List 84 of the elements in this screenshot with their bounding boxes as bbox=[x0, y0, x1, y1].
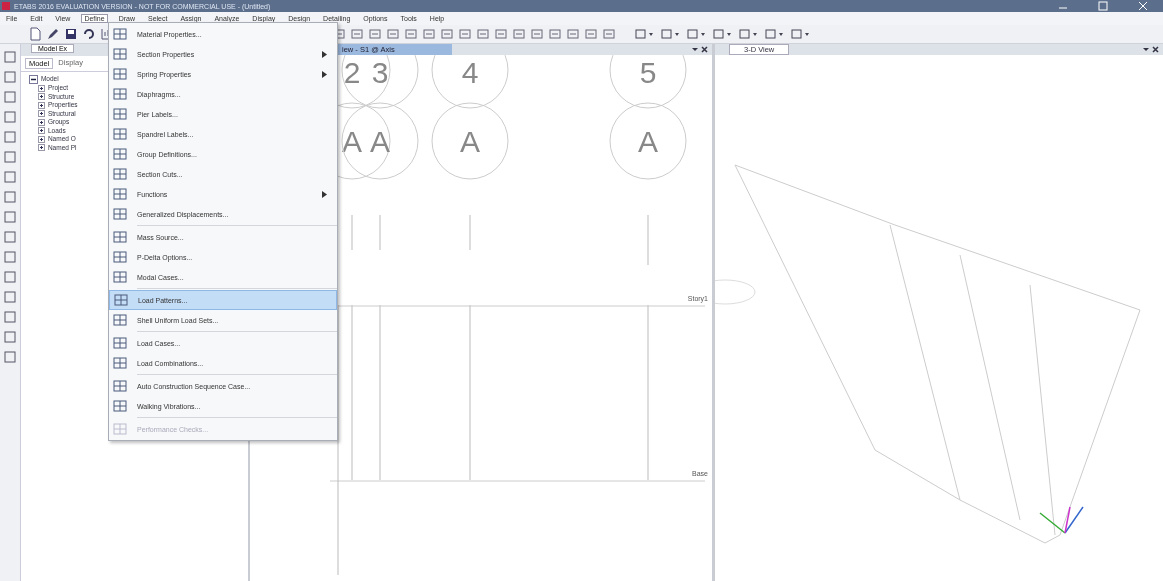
toolbar-icon[interactable] bbox=[404, 27, 418, 41]
menu-icon bbox=[113, 127, 127, 141]
close-icon[interactable] bbox=[1143, 45, 1159, 54]
expand-icon[interactable] bbox=[37, 84, 45, 92]
tool-icon[interactable] bbox=[2, 210, 17, 224]
expand-icon[interactable] bbox=[37, 135, 45, 143]
tool-icon[interactable] bbox=[2, 290, 17, 304]
axis-triad-icon bbox=[1039, 506, 1084, 534]
expand-icon[interactable] bbox=[37, 127, 45, 135]
grid-bubble: 5 bbox=[609, 55, 687, 109]
toolbar-dropdown-icon[interactable] bbox=[790, 27, 812, 41]
menu-icon bbox=[113, 167, 127, 181]
close-icon[interactable] bbox=[692, 45, 708, 54]
menu-icon bbox=[113, 147, 127, 161]
tool-icon[interactable] bbox=[2, 250, 17, 264]
tool-icon[interactable] bbox=[2, 350, 17, 364]
menu-icon bbox=[113, 230, 127, 244]
menu-icon bbox=[113, 47, 127, 61]
menu-icon bbox=[113, 27, 127, 41]
submenu-arrow-icon bbox=[322, 70, 327, 78]
tool-icon[interactable] bbox=[2, 270, 17, 284]
toolbar-icon[interactable] bbox=[440, 27, 454, 41]
tool-icon[interactable] bbox=[2, 130, 17, 144]
expand-icon[interactable] bbox=[37, 118, 45, 126]
toolbar-icon[interactable] bbox=[422, 27, 436, 41]
menu-icon bbox=[113, 356, 127, 370]
menu-icon bbox=[113, 270, 127, 284]
menu-icon bbox=[113, 250, 127, 264]
expand-icon[interactable] bbox=[37, 110, 45, 118]
tool-icon[interactable] bbox=[2, 330, 17, 344]
menu-icon bbox=[113, 187, 127, 201]
menu-icon bbox=[113, 313, 127, 327]
toolbar-icon[interactable] bbox=[584, 27, 598, 41]
grid-bubble: A bbox=[609, 102, 687, 180]
grid-bubble: 4 bbox=[431, 55, 509, 109]
tool-icon[interactable] bbox=[2, 150, 17, 164]
toolbar-icon[interactable] bbox=[548, 27, 562, 41]
submenu-arrow-icon bbox=[322, 190, 327, 198]
expand-icon[interactable] bbox=[37, 101, 45, 109]
menu-icon bbox=[113, 67, 127, 81]
tool-icon[interactable] bbox=[2, 230, 17, 244]
tool-icon[interactable] bbox=[2, 170, 17, 184]
toolbar-dropdown-icon[interactable] bbox=[634, 27, 656, 41]
undo-icon[interactable] bbox=[82, 27, 96, 41]
menu-icon bbox=[113, 336, 127, 350]
toolbar-dropdown-icon[interactable] bbox=[660, 27, 682, 41]
maximize-icon[interactable] bbox=[1098, 1, 1108, 11]
expand-icon[interactable] bbox=[37, 144, 45, 152]
app-icon bbox=[2, 2, 10, 10]
menu-icon bbox=[113, 107, 127, 121]
tool-icon[interactable] bbox=[2, 50, 17, 64]
save-icon[interactable] bbox=[64, 27, 78, 41]
new-file-icon[interactable] bbox=[28, 27, 42, 41]
toolbar-dropdown-icon[interactable] bbox=[764, 27, 786, 41]
tool-icon[interactable] bbox=[2, 70, 17, 84]
toolbar-dropdown-icon[interactable] bbox=[738, 27, 760, 41]
toolbar-icon[interactable] bbox=[494, 27, 508, 41]
toolbar-dropdown-icon[interactable] bbox=[686, 27, 708, 41]
menu-icon bbox=[113, 422, 127, 436]
tool-icon[interactable] bbox=[2, 310, 17, 324]
toolbar-icon[interactable] bbox=[350, 27, 364, 41]
toolbar-icon[interactable] bbox=[476, 27, 490, 41]
toolbar-dropdown-icon[interactable] bbox=[712, 27, 734, 41]
toolbar-icon[interactable] bbox=[602, 27, 616, 41]
toolbar-icon[interactable] bbox=[530, 27, 544, 41]
menu-icon bbox=[113, 87, 127, 101]
submenu-arrow-icon bbox=[322, 50, 327, 58]
menu-icon bbox=[113, 399, 127, 413]
toolbar-icon[interactable] bbox=[458, 27, 472, 41]
toolbar-icon[interactable] bbox=[512, 27, 526, 41]
toolbar-icon[interactable] bbox=[368, 27, 382, 41]
tool-icon[interactable] bbox=[2, 90, 17, 104]
menu-icon bbox=[113, 379, 127, 393]
toolbar-icon[interactable] bbox=[386, 27, 400, 41]
tool-icon[interactable] bbox=[2, 110, 17, 124]
grid-bubble: A bbox=[431, 102, 509, 180]
collapse-icon[interactable] bbox=[28, 75, 38, 84]
menu-icon bbox=[113, 207, 127, 221]
tool-icon[interactable] bbox=[2, 190, 17, 204]
close-icon[interactable] bbox=[1138, 1, 1148, 11]
expand-icon[interactable] bbox=[37, 93, 45, 101]
toolbar-icon[interactable] bbox=[566, 27, 580, 41]
menu-icon bbox=[114, 293, 128, 307]
pencil-icon[interactable] bbox=[46, 27, 60, 41]
